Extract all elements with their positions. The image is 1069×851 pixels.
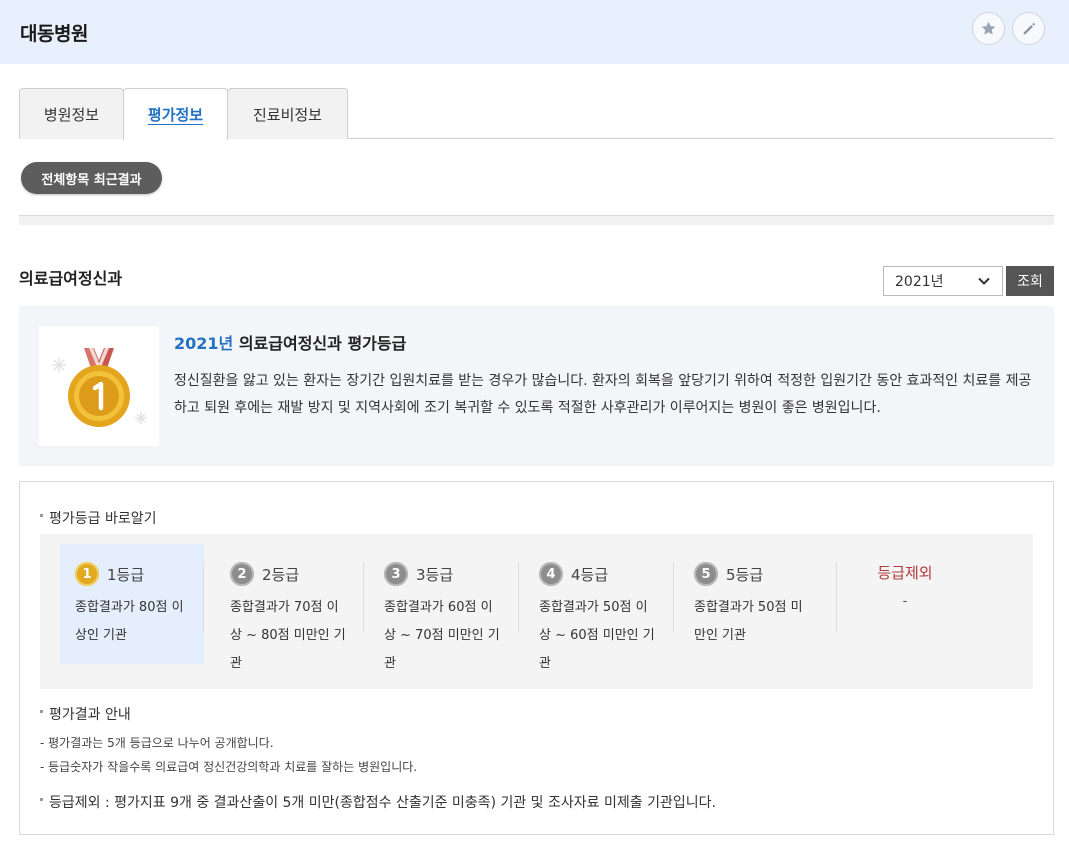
grade-3-icon: 3 xyxy=(384,562,408,586)
summary-year: 2021년 xyxy=(174,334,234,353)
grade-description: 종합결과가 50점 미만인 기관 xyxy=(694,600,803,643)
grade-label: 1등급 xyxy=(107,565,145,584)
year-select[interactable]: 2021년 xyxy=(883,266,1003,296)
year-select-value: 2021년 xyxy=(895,274,944,290)
edit-button[interactable] xyxy=(1012,12,1045,45)
grade-5-icon: 5 xyxy=(694,562,718,586)
grade-item-4: 4 4등급 종합결과가 50점 이상 ~ 60점 미만인 기관 xyxy=(518,544,668,671)
result-note: - 평가결과는 5개 등급으로 나누어 공개합니다. xyxy=(40,736,274,750)
grade-guide-panel: 평가등급 바로알기 1 1등급 종합결과가 80점 이상인 기관 2 2등급 종합결… xyxy=(19,481,1054,835)
page-header: 대동병원 xyxy=(0,0,1069,64)
grade-item-2: 2 2등급 종합결과가 70점 이상 ~ 80점 미만인 기관 xyxy=(203,544,359,671)
chevron-down-icon xyxy=(978,277,990,285)
grade-description: 종합결과가 50점 이상 ~ 60점 미만인 기관 xyxy=(539,600,655,671)
exclusion-note-text: 등급제외 : 평가지표 9개 중 결과산출이 5개 미만(종합점수 산출기준 미… xyxy=(49,795,716,811)
grade-description: 종합결과가 70점 이상 ~ 80점 미만인 기관 xyxy=(230,600,346,671)
tab-bar: 병원정보 평가정보 진료비정보 xyxy=(19,88,1054,140)
result-note: - 등급숫자가 작을수록 의료급여 정신건강의학과 치료를 잘하는 병원입니다. xyxy=(40,760,418,774)
bullet-dot xyxy=(40,513,43,517)
grade-separator xyxy=(518,562,519,632)
grade-guide-title-text: 평가등급 바로알기 xyxy=(49,511,157,527)
grade-label: 4등급 xyxy=(571,565,609,584)
summary-heading-text: 의료급여정신과 평가등급 xyxy=(233,334,407,353)
grade-1-icon: 1 xyxy=(75,562,99,586)
bullet-dot xyxy=(40,709,43,713)
evaluation-summary: 2021년 의료급여정신과 평가등급 정신질환을 앓고 있는 환자는 장기간 입… xyxy=(19,306,1054,466)
search-button[interactable]: 조회 xyxy=(1006,266,1054,296)
bullet-dot xyxy=(40,797,43,801)
grade-2-icon: 2 xyxy=(230,562,254,586)
grade-item-excluded: 등급제외 - xyxy=(833,544,977,664)
grade-header: 1 1등급 xyxy=(75,562,144,586)
summary-description: 정신질환을 앓고 있는 환자는 장기간 입원치료를 받는 경우가 많습니다. 환… xyxy=(174,373,1032,416)
all-items-latest-button[interactable]: 전체항목 최근결과 xyxy=(21,162,162,194)
hospital-name: 대동병원 xyxy=(20,23,88,45)
tab-hospital-info[interactable]: 병원정보 xyxy=(19,88,124,139)
favorite-button[interactable] xyxy=(972,12,1005,45)
grade-header: 등급제외 xyxy=(877,564,933,582)
exclusion-note: 등급제외 : 평가지표 9개 중 결과산출이 5개 미만(종합점수 산출기준 미… xyxy=(40,792,716,812)
tab-cost-info[interactable]: 진료비정보 xyxy=(227,88,348,139)
grade-item-3: 3 3등급 종합결과가 60점 이상 ~ 70점 미만인 기관 xyxy=(363,544,513,671)
grade-header: 5 5등급 xyxy=(694,562,763,586)
grade-description: - xyxy=(902,594,908,609)
medal-image xyxy=(39,326,159,446)
grade-label: 2등급 xyxy=(262,565,300,584)
grade-header: 3 3등급 xyxy=(384,562,453,586)
summary-heading: 2021년 의료급여정신과 평가등급 xyxy=(174,330,406,354)
grade-separator xyxy=(363,562,364,632)
grade-list: 1 1등급 종합결과가 80점 이상인 기관 2 2등급 종합결과가 70점 이상 … xyxy=(40,534,1033,689)
grade-header: 4 4등급 xyxy=(539,562,608,586)
grade-guide-title: 평가등급 바로알기 xyxy=(40,508,157,528)
tab-evaluation-info[interactable]: 평가정보 xyxy=(123,88,228,140)
result-guide-title: 평가결과 안내 xyxy=(40,704,131,724)
grade-label: 3등급 xyxy=(416,565,454,584)
star-icon xyxy=(981,21,996,35)
medal-icon xyxy=(52,348,147,427)
grade-item-1: 1 1등급 종합결과가 80점 이상인 기관 xyxy=(60,544,204,664)
pencil-icon xyxy=(1023,22,1035,34)
section-title: 의료급여정신과 xyxy=(19,269,123,288)
grade-description: 종합결과가 60점 이상 ~ 70점 미만인 기관 xyxy=(384,600,500,671)
grade-item-5: 5 5등급 종합결과가 50점 미만인 기관 xyxy=(673,544,837,664)
grade-label: 5등급 xyxy=(726,565,764,584)
grade-separator xyxy=(203,562,204,632)
result-guide-title-text: 평가결과 안내 xyxy=(49,707,131,723)
grade-description: 종합결과가 80점 이상인 기관 xyxy=(75,600,184,643)
grade-separator xyxy=(673,562,674,632)
section-divider xyxy=(19,215,1054,225)
grade-4-icon: 4 xyxy=(539,562,563,586)
grade-header: 2 2등급 xyxy=(230,562,299,586)
